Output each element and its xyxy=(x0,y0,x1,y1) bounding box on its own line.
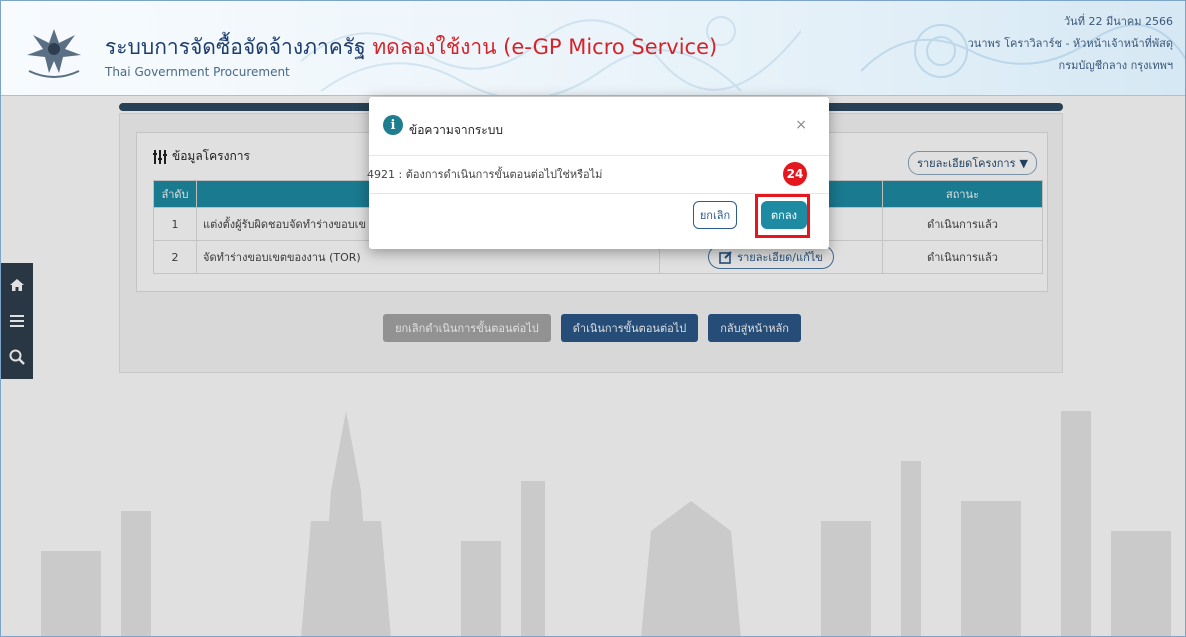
dialog-cancel-button[interactable]: ยกเลิก xyxy=(693,201,737,229)
close-icon[interactable]: × xyxy=(795,117,807,133)
dialog-header: i ข้อความจากระบบ × xyxy=(369,97,829,156)
app-title-trial: ทดลองใช้งาน (e-GP Micro Service) xyxy=(372,35,718,59)
highlight-box xyxy=(755,194,810,238)
app-title-main: ระบบการจัดซื้อจัดจ้างภาครัฐ xyxy=(105,35,366,59)
header-banner: ระบบการจัดซื้อจัดจ้างภาครัฐ ทดลองใช้งาน … xyxy=(1,1,1185,96)
user-name: วนาพร โคราวิลาร์ช - หัวหน้าเจ้าหน้าที่พั… xyxy=(967,37,1173,50)
app-frame: ระบบการจัดซื้อจัดจ้างภาครัฐ ทดลองใช้งาน … xyxy=(0,0,1186,637)
app-subtitle: Thai Government Procurement xyxy=(105,65,290,79)
info-icon: i xyxy=(383,115,403,135)
user-info: วันที่ 22 มีนาคม 2566 วนาพร โคราวิลาร์ช … xyxy=(968,11,1173,77)
current-date: วันที่ 22 มีนาคม 2566 xyxy=(1064,15,1173,28)
dialog-message: 4921 : ต้องการดำเนินการขั้นตอนต่อไปใช่หร… xyxy=(367,168,603,181)
step-number-badge: 24 xyxy=(783,162,807,186)
dialog-title: ข้อความจากระบบ xyxy=(409,123,503,137)
garuda-logo xyxy=(27,29,81,78)
user-department: กรมบัญชีกลาง กรุงเทพฯ xyxy=(1058,59,1173,72)
app-title: ระบบการจัดซื้อจัดจ้างภาครัฐ ทดลองใช้งาน … xyxy=(105,31,717,64)
